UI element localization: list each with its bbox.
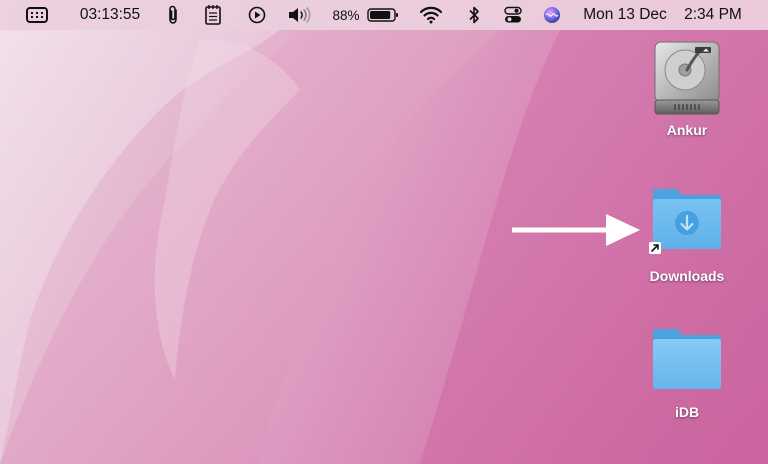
siri-menu-item[interactable] — [541, 0, 563, 30]
control-center-icon — [504, 6, 522, 23]
menu-bar: 03:13:55 88% Mon 13 Dec 2:34 PM — [0, 0, 768, 30]
speaker-volume-icon — [289, 7, 311, 23]
battery-icon — [367, 8, 398, 22]
desktop-item-label: iDB — [674, 404, 700, 420]
date-text: Mon 13 Dec — [583, 6, 667, 23]
paperclip-menu-item[interactable] — [162, 0, 184, 30]
volume-menu-item[interactable] — [286, 0, 312, 30]
time-text: 2:34 PM — [684, 6, 742, 23]
downloads-folder-icon — [649, 189, 721, 254]
bluetooth-icon — [469, 6, 479, 24]
desktop-item-ankur[interactable]: Ankur — [632, 40, 742, 138]
notepad-icon — [205, 5, 221, 25]
wifi-menu-item[interactable] — [419, 0, 443, 30]
paperclip-icon — [169, 5, 177, 24]
app-menu-extra-icon[interactable] — [24, 0, 50, 30]
desktop-item-label: Downloads — [649, 268, 725, 284]
bluetooth-menu-item[interactable] — [464, 0, 484, 30]
annotation-arrow — [512, 214, 640, 246]
desktop-item-downloads[interactable]: Downloads — [632, 186, 742, 284]
desktop-item-idb[interactable]: iDB — [632, 326, 742, 420]
media-play-menu-item[interactable] — [246, 0, 268, 30]
menubar-date[interactable]: Mon 13 Dec — [578, 0, 672, 30]
keyboard-icon — [26, 7, 48, 23]
desktop-item-label: Ankur — [666, 122, 708, 138]
battery-menu-item[interactable] — [366, 0, 400, 30]
battery-percentage[interactable]: 88% — [330, 0, 362, 30]
battery-fill — [370, 11, 391, 19]
wifi-icon — [420, 6, 442, 24]
menubar-clock[interactable]: 2:34 PM — [678, 0, 748, 30]
battery-percent-text: 88% — [332, 7, 360, 23]
play-circle-icon — [248, 6, 266, 24]
hard-drive-icon — [654, 41, 720, 115]
arrow-right-icon — [606, 214, 640, 246]
timer-display[interactable]: 03:13:55 — [74, 0, 146, 30]
notes-menu-item[interactable] — [202, 0, 224, 30]
control-center-menu-item[interactable] — [502, 0, 524, 30]
folder-icon — [653, 329, 721, 389]
timer-text: 03:13:55 — [79, 6, 141, 23]
siri-icon — [544, 7, 560, 23]
